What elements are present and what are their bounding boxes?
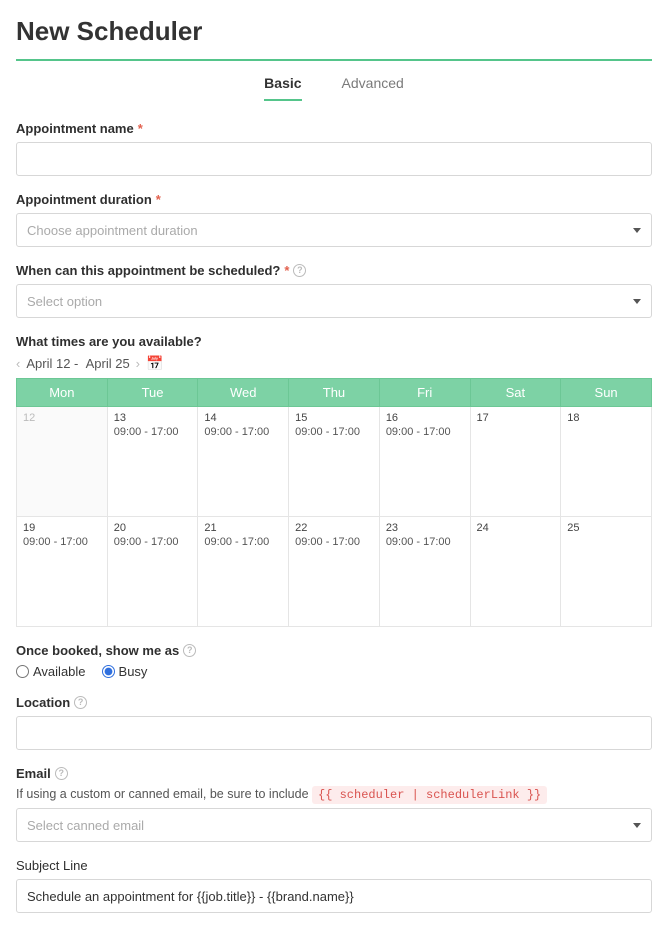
chevron-right-icon[interactable]: › <box>136 356 140 371</box>
help-icon: ? <box>293 264 306 277</box>
availability-label: What times are you available? <box>16 334 652 349</box>
caret-down-icon <box>633 299 641 304</box>
tab-basic[interactable]: Basic <box>264 75 301 101</box>
radio-busy[interactable]: Busy <box>102 664 148 679</box>
calendar-header: Tue <box>107 379 198 407</box>
calendar-cell[interactable]: 1509:00 - 17:00 <box>289 407 380 517</box>
canned-email-select[interactable]: Select canned email <box>16 808 652 842</box>
help-icon: ? <box>55 767 68 780</box>
calendar-cell[interactable]: 18 <box>561 407 652 517</box>
calendar-cell[interactable]: 1609:00 - 17:00 <box>379 407 470 517</box>
calendar-header: Fri <box>379 379 470 407</box>
date-range-text: April 12 - April 25 <box>26 356 129 371</box>
date-range-nav: ‹ April 12 - April 25 › 📅 <box>16 355 652 372</box>
help-icon: ? <box>74 696 87 709</box>
calendar-header: Mon <box>17 379 108 407</box>
when-scheduled-select[interactable]: Select option <box>16 284 652 318</box>
calendar-header: Wed <box>198 379 289 407</box>
merge-tag: {{ scheduler | schedulerLink }} <box>312 786 547 804</box>
page-title: New Scheduler <box>16 16 652 61</box>
calendar-header: Sat <box>470 379 561 407</box>
calendar-cell[interactable]: 1309:00 - 17:00 <box>107 407 198 517</box>
calendar-cell[interactable]: 1909:00 - 17:00 <box>17 517 108 627</box>
calendar-cell[interactable]: 12 <box>17 407 108 517</box>
appointment-name-label: Appointment name* <box>16 121 652 136</box>
calendar-cell[interactable]: 2109:00 - 17:00 <box>198 517 289 627</box>
location-label: Location ? <box>16 695 652 710</box>
tab-advanced[interactable]: Advanced <box>342 75 404 101</box>
calendar-cell[interactable]: 1409:00 - 17:00 <box>198 407 289 517</box>
help-icon: ? <box>183 644 196 657</box>
calendar-cell[interactable]: 17 <box>470 407 561 517</box>
calendar-cell[interactable]: 2009:00 - 17:00 <box>107 517 198 627</box>
caret-down-icon <box>633 228 641 233</box>
calendar-cell[interactable]: 24 <box>470 517 561 627</box>
location-input[interactable] <box>16 716 652 750</box>
subject-line-input[interactable] <box>16 879 652 913</box>
radio-available[interactable]: Available <box>16 664 86 679</box>
subject-line-label: Subject Line <box>16 858 652 873</box>
calendar-header: Sun <box>561 379 652 407</box>
appointment-duration-label: Appointment duration* <box>16 192 652 207</box>
appointment-duration-select[interactable]: Choose appointment duration <box>16 213 652 247</box>
email-label: Email ? <box>16 766 652 781</box>
calendar-cell[interactable]: 2309:00 - 17:00 <box>379 517 470 627</box>
calendar-header: Thu <box>289 379 380 407</box>
calendar-icon[interactable]: 📅 <box>146 355 163 372</box>
appointment-name-input[interactable] <box>16 142 652 176</box>
calendar-cell[interactable]: 2209:00 - 17:00 <box>289 517 380 627</box>
availability-calendar: MonTueWedThuFriSatSun 121309:00 - 17:001… <box>16 378 652 627</box>
email-hint: If using a custom or canned email, be su… <box>16 787 652 802</box>
when-scheduled-label: When can this appointment be scheduled?*… <box>16 263 652 278</box>
caret-down-icon <box>633 823 641 828</box>
chevron-left-icon[interactable]: ‹ <box>16 356 20 371</box>
tabs: Basic Advanced <box>16 75 652 101</box>
calendar-cell[interactable]: 25 <box>561 517 652 627</box>
booked-status-label: Once booked, show me as ? <box>16 643 652 658</box>
